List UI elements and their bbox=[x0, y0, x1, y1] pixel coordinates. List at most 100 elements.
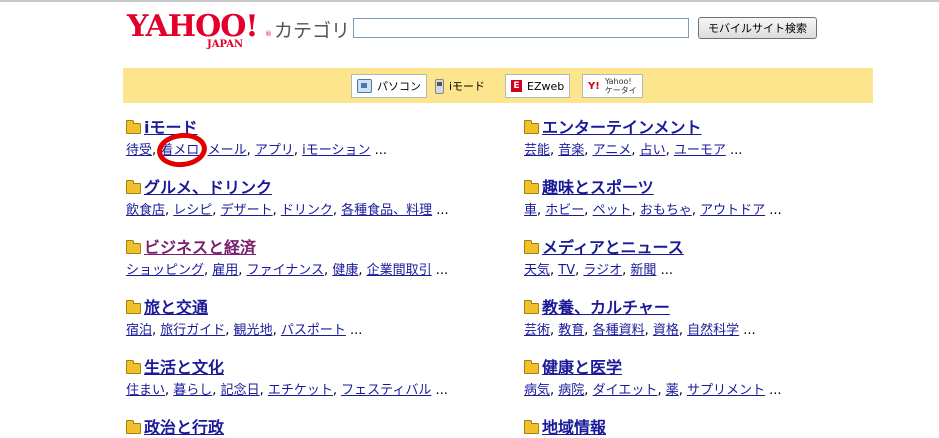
subcategory-link[interactable]: ペット bbox=[593, 203, 632, 218]
subcategory-link[interactable]: ホビー bbox=[545, 203, 584, 218]
subcategory-link[interactable]: 占い bbox=[640, 143, 666, 158]
subcategory-link[interactable]: パスポート bbox=[281, 323, 346, 338]
subcategory-link[interactable]: ドリンク bbox=[281, 203, 333, 218]
separator: , bbox=[584, 383, 593, 398]
subcategory-link[interactable]: ユーモア bbox=[674, 143, 726, 158]
separator: , bbox=[332, 383, 342, 398]
subcategory-link[interactable]: 車 bbox=[524, 203, 537, 218]
subcategory-link[interactable]: ダイエット bbox=[593, 383, 658, 398]
subcategory-list: 芸術, 教育, 各種資料, 資格, 自然科学 ... bbox=[524, 322, 756, 340]
subcategory-link[interactable]: おもちゃ bbox=[640, 203, 692, 218]
subcategory-link[interactable]: 観光地 bbox=[234, 323, 273, 338]
subcategory-link[interactable]: 各種食品、料理 bbox=[341, 203, 432, 218]
separator: , bbox=[246, 143, 255, 158]
category-heading: カテゴリ bbox=[274, 20, 351, 42]
tab-pc[interactable]: パソコン bbox=[351, 74, 427, 98]
separator: , bbox=[665, 143, 674, 158]
subcategory-link[interactable]: 飲食店 bbox=[126, 203, 165, 218]
folder-icon bbox=[126, 120, 141, 134]
category-title-link[interactable]: 政治と行政 bbox=[144, 418, 224, 438]
subcategory-link[interactable]: 新聞 bbox=[630, 263, 656, 278]
separator: , bbox=[199, 143, 208, 158]
category-title-link[interactable]: 趣味とスポーツ bbox=[542, 178, 654, 198]
subcategory-link[interactable]: デザート bbox=[221, 203, 273, 218]
subcategory-link[interactable]: 音楽 bbox=[558, 143, 584, 158]
folder-icon bbox=[126, 180, 141, 194]
subcategory-link[interactable]: 芸術 bbox=[524, 323, 550, 338]
subcategory-link[interactable]: 教育 bbox=[558, 323, 584, 338]
logo-japan: JAPAN bbox=[207, 39, 244, 50]
folder-icon bbox=[524, 300, 539, 314]
category-title-link[interactable]: エンターテインメント bbox=[542, 118, 702, 138]
subcategory-link[interactable]: iモーション bbox=[302, 143, 370, 158]
subcategory-link[interactable]: アニメ bbox=[593, 143, 632, 158]
subcategory-link[interactable]: 各種資料 bbox=[593, 323, 645, 338]
category-title-link[interactable]: 生活と文化 bbox=[144, 358, 224, 378]
folder-icon bbox=[126, 240, 141, 254]
subcategory-link[interactable]: 天気 bbox=[524, 263, 550, 278]
subcategory-link[interactable]: 住まい bbox=[126, 383, 165, 398]
more-ellipsis: ... bbox=[769, 203, 782, 218]
separator: , bbox=[631, 143, 640, 158]
category-title-link[interactable]: 健康と医学 bbox=[542, 358, 622, 378]
subcategory-link[interactable]: 資格 bbox=[653, 323, 679, 338]
subcategory-link[interactable]: 芸能 bbox=[524, 143, 550, 158]
subcategory-link[interactable]: 着メロ bbox=[160, 143, 199, 158]
subcategory-link[interactable]: メール bbox=[208, 143, 247, 158]
tab-ezweb-label: EZweb bbox=[527, 79, 565, 93]
more-ellipsis: ... bbox=[374, 143, 388, 158]
separator: , bbox=[272, 203, 281, 218]
folder-icon bbox=[524, 420, 539, 434]
mobile-search-button[interactable]: モバイルサイト検索 bbox=[698, 17, 817, 39]
subcategory-link[interactable]: ラジオ bbox=[583, 263, 622, 278]
tab-imode[interactable]: iモード bbox=[432, 74, 488, 98]
subcategory-link[interactable]: ファイナンス bbox=[247, 263, 324, 278]
subcategory-link[interactable]: 暮らし bbox=[173, 383, 212, 398]
subcategory-link[interactable]: 病気 bbox=[524, 383, 550, 398]
subcategory-link[interactable]: サプリメント bbox=[687, 383, 765, 398]
subcategory-link[interactable]: 企業間取引 bbox=[367, 263, 432, 278]
search-input[interactable] bbox=[353, 18, 689, 38]
more-ellipsis: ... bbox=[435, 383, 448, 398]
subcategory-link[interactable]: 待受 bbox=[126, 143, 152, 158]
subcategory-link[interactable]: ショッピング bbox=[126, 263, 204, 278]
subcategory-link[interactable]: 雇用 bbox=[212, 263, 238, 278]
more-ellipsis: ... bbox=[730, 143, 743, 158]
separator: , bbox=[225, 323, 234, 338]
subcategory-link[interactable]: アウトドア bbox=[700, 203, 765, 218]
tab-ezweb[interactable]: E EZweb bbox=[505, 74, 571, 98]
subcategory-list: 病気, 病院, ダイエット, 薬, サプリメント ... bbox=[524, 382, 782, 400]
category-title-link[interactable]: メディアとニュース bbox=[542, 238, 684, 258]
more-ellipsis: ... bbox=[435, 263, 449, 278]
subcategory-list: 芸能, 音楽, アニメ, 占い, ユーモア ... bbox=[524, 142, 742, 160]
folder-icon bbox=[524, 180, 539, 194]
category-title-link[interactable]: ビジネスと経済 bbox=[144, 238, 256, 258]
subcategory-link[interactable]: 旅行ガイド bbox=[160, 323, 225, 338]
subcategory-link[interactable]: アプリ bbox=[255, 143, 294, 158]
subcategory-link[interactable]: 宿泊 bbox=[126, 323, 152, 338]
category-title-link[interactable]: 教養、カルチャー bbox=[542, 298, 670, 318]
subcategory-link[interactable]: 病院 bbox=[558, 383, 584, 398]
subcategory-link[interactable]: 記念日 bbox=[221, 383, 260, 398]
tab-imode-label: iモード bbox=[449, 80, 486, 93]
subcategory-list: 天気, TV, ラジオ, 新聞 ... bbox=[524, 262, 673, 280]
category-title-link[interactable]: iモード bbox=[144, 118, 198, 138]
subcategory-link[interactable]: レシピ bbox=[173, 203, 212, 218]
subcategory-link[interactable]: フェスティバル bbox=[341, 383, 431, 398]
tab-yahoo-keitai-label-bottom: ケータイ bbox=[604, 86, 637, 95]
pc-icon bbox=[357, 79, 372, 93]
subcategory-list: ショッピング, 雇用, ファイナンス, 健康, 企業間取引 ... bbox=[126, 262, 448, 280]
subcategory-list: 待受, 着メロ, メール, アプリ, iモーション ... bbox=[126, 142, 387, 160]
subcategory-link[interactable]: 自然科学 bbox=[687, 323, 739, 338]
subcategory-link[interactable]: エチケット bbox=[268, 383, 333, 398]
tab-yahoo-keitai-label-top: Yahoo! bbox=[604, 77, 632, 86]
category-title-link[interactable]: 旅と交通 bbox=[144, 298, 208, 318]
subcategory-link[interactable]: TV bbox=[558, 263, 575, 278]
category-title-link[interactable]: グルメ、ドリンク bbox=[144, 178, 272, 198]
separator: , bbox=[657, 383, 666, 398]
tab-yahoo-keitai[interactable]: Y! Yahoo! ケータイ bbox=[582, 74, 643, 98]
category-title-link[interactable]: 地域情報 bbox=[542, 418, 606, 438]
yahoo-japan-logo[interactable]: YAHOO! JAPAN ® bbox=[127, 10, 272, 54]
subcategory-link[interactable]: 薬 bbox=[666, 383, 679, 398]
subcategory-link[interactable]: 健康 bbox=[332, 263, 358, 278]
